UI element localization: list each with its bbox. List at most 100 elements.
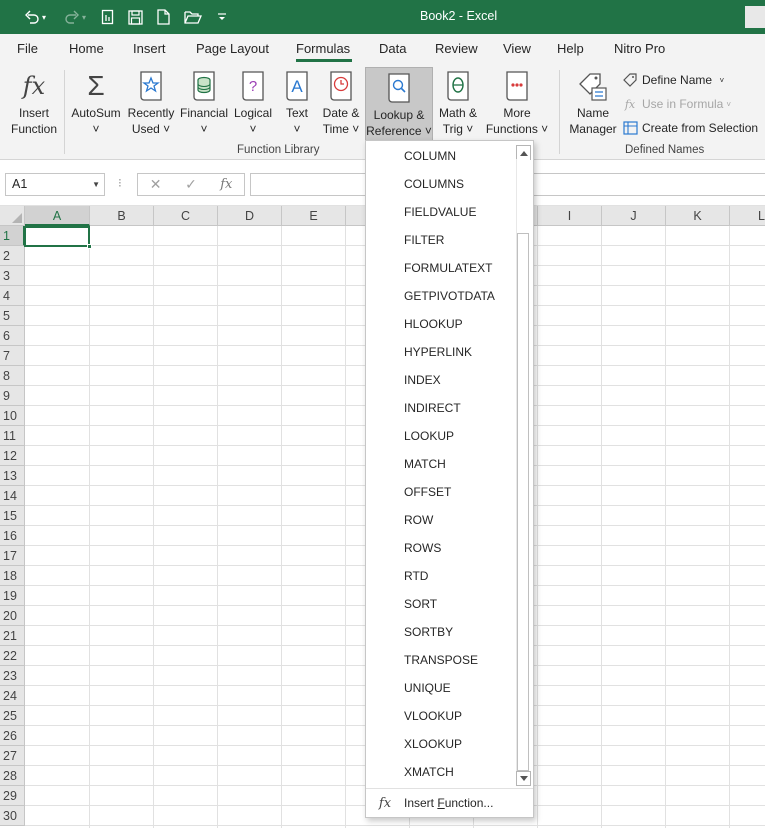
name-box[interactable]: A1 ▼ [5,173,105,196]
function-item[interactable]: COLUMNS [366,170,514,198]
row-header[interactable]: 21 [0,626,25,646]
function-item[interactable]: INDEX [366,366,514,394]
define-name-button[interactable]: Define Name ˅ [622,70,724,90]
financial-button[interactable]: Financial ˅ [178,66,230,140]
tab-formulas[interactable]: Formulas [296,41,350,56]
chevron-down-icon[interactable]: ▼ [92,180,100,189]
select-all-button[interactable] [0,206,25,226]
tab-home[interactable]: Home [69,41,104,56]
row-header[interactable]: 30 [0,806,25,826]
row-header[interactable]: 22 [0,646,25,666]
customize-qat-button[interactable] [213,0,231,34]
column-header[interactable]: I [538,206,602,226]
tab-page-layout[interactable]: Page Layout [196,41,269,56]
scroll-thumb[interactable] [517,233,529,771]
undo-button[interactable]: ▾ [18,0,52,34]
function-item[interactable]: COLUMN [366,142,514,170]
function-item[interactable]: HLOOKUP [366,310,514,338]
row-header[interactable]: 19 [0,586,25,606]
column-header[interactable]: A [25,206,90,226]
row-header[interactable]: 23 [0,666,25,686]
function-item[interactable]: INDIRECT [366,394,514,422]
row-header[interactable]: 17 [0,546,25,566]
cancel-icon[interactable]: ✕ [138,176,173,193]
tab-nitro-pro[interactable]: Nitro Pro [614,41,665,56]
account-avatar[interactable] [745,6,765,28]
column-header[interactable]: C [154,206,218,226]
insert-function-menu-item[interactable]: fx Insert Function... [366,790,533,816]
dropdown-scrollbar[interactable] [515,143,532,787]
function-item[interactable]: MATCH [366,450,514,478]
function-item[interactable]: ROW [366,506,514,534]
tab-insert[interactable]: Insert [133,41,166,56]
tab-file[interactable]: File [17,41,38,56]
row-header[interactable]: 10 [0,406,25,426]
column-header[interactable]: L [730,206,765,226]
tab-view[interactable]: View [503,41,531,56]
logical-button[interactable]: ? Logical ˅ [230,66,276,140]
enter-icon[interactable]: ✓ [173,176,208,193]
row-header[interactable]: 2 [0,246,25,266]
row-header[interactable]: 25 [0,706,25,726]
tab-review[interactable]: Review [435,41,478,56]
row-header[interactable]: 7 [0,346,25,366]
open-button[interactable] [181,0,205,34]
function-item[interactable]: RTD [366,562,514,590]
row-header[interactable]: 29 [0,786,25,806]
function-item[interactable]: XMATCH [366,758,514,786]
row-header[interactable]: 27 [0,746,25,766]
row-header[interactable]: 26 [0,726,25,746]
redo-button[interactable]: ▾ [58,0,92,34]
active-cell[interactable] [24,226,90,247]
row-header[interactable]: 3 [0,266,25,286]
column-header[interactable]: D [218,206,282,226]
use-in-formula-button[interactable]: fx Use in Formula ˅ [622,94,731,114]
recently-used-button[interactable]: Recently Used ˅ [125,66,177,140]
insert-function-icon[interactable]: fx [209,177,244,192]
insert-function-button[interactable]: fx Insert Function [6,66,62,140]
column-header[interactable]: B [90,206,154,226]
scroll-up-button[interactable] [516,145,531,160]
function-item[interactable]: FILTER [366,226,514,254]
row-header[interactable]: 15 [0,506,25,526]
date-time-button[interactable]: Date & Time ˅ [318,66,364,140]
math-trig-button[interactable]: Math & Trig ˅ [434,66,482,140]
row-header[interactable]: 6 [0,326,25,346]
tab-help[interactable]: Help [557,41,584,56]
row-header[interactable]: 1 [0,226,25,246]
row-header[interactable]: 18 [0,566,25,586]
row-header[interactable]: 8 [0,366,25,386]
function-item[interactable]: SORTBY [366,618,514,646]
function-item[interactable]: FIELDVALUE [366,198,514,226]
row-header[interactable]: 12 [0,446,25,466]
function-item[interactable]: SORT [366,590,514,618]
create-from-selection-button[interactable]: Create from Selection [622,118,758,138]
function-item[interactable]: FORMULATEXT [366,254,514,282]
formula-bar-splitter[interactable]: ⁝ [118,176,122,190]
row-header[interactable]: 24 [0,686,25,706]
function-item[interactable]: XLOOKUP [366,730,514,758]
new-file-button[interactable] [153,0,173,34]
name-manager-button[interactable]: Name Manager [566,66,620,140]
column-header[interactable]: J [602,206,666,226]
row-header[interactable]: 16 [0,526,25,546]
row-header[interactable]: 5 [0,306,25,326]
row-header[interactable]: 11 [0,426,25,446]
lookup-reference-button[interactable]: Lookup & Reference ˅ [365,67,433,141]
function-item[interactable]: ROWS [366,534,514,562]
row-header[interactable]: 4 [0,286,25,306]
column-header[interactable]: E [282,206,346,226]
function-item[interactable]: TRANSPOSE [366,646,514,674]
row-header[interactable]: 20 [0,606,25,626]
row-header[interactable]: 9 [0,386,25,406]
text-button[interactable]: A Text ˅ [280,66,314,140]
autosum-button[interactable]: Σ AutoSum ˅ [68,66,124,140]
row-header[interactable]: 28 [0,766,25,786]
row-header[interactable]: 14 [0,486,25,506]
function-item[interactable]: HYPERLINK [366,338,514,366]
scroll-down-button[interactable] [516,771,531,786]
function-item[interactable]: OFFSET [366,478,514,506]
fill-handle[interactable] [87,244,92,249]
function-item[interactable]: VLOOKUP [366,702,514,730]
function-item[interactable]: UNIQUE [366,674,514,702]
